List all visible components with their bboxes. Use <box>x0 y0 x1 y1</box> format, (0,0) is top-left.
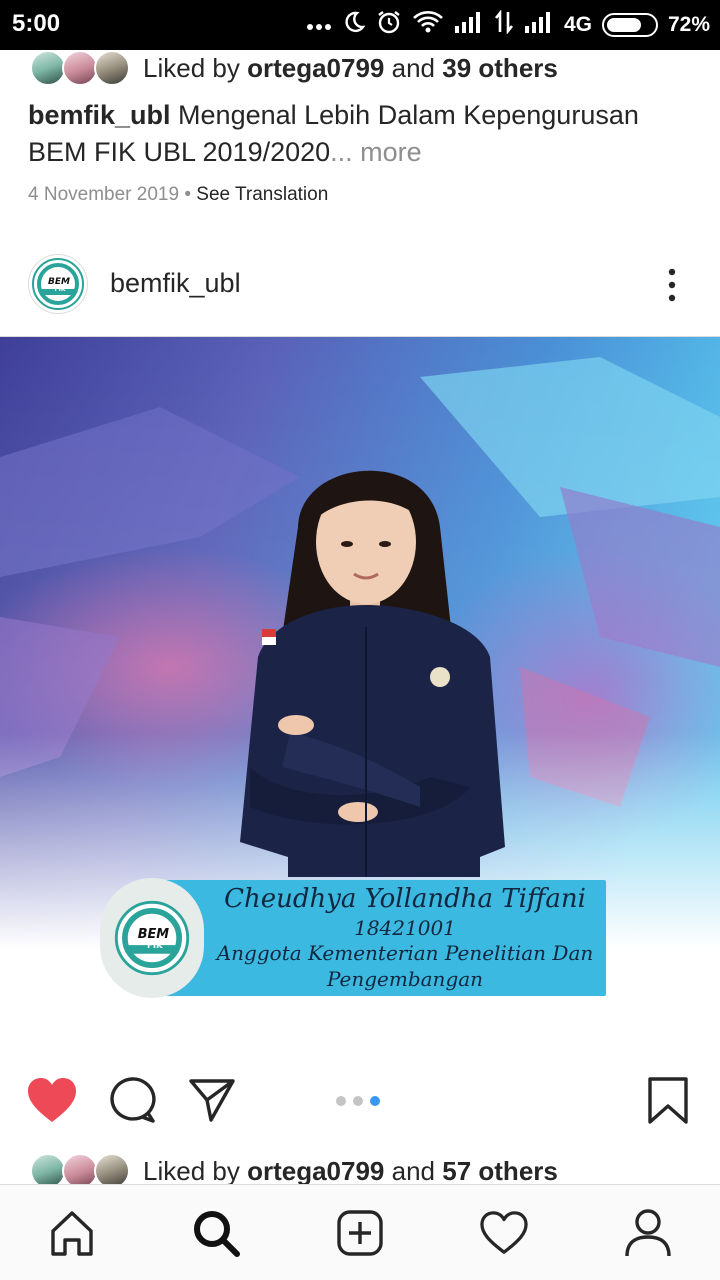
profile-avatar[interactable]: BEM FIK <box>28 254 88 314</box>
caption-more-link[interactable]: ... more <box>330 137 422 167</box>
profile-icon[interactable] <box>622 1207 674 1259</box>
comment-icon[interactable] <box>108 1076 156 1129</box>
carousel-dot <box>336 1096 346 1106</box>
status-bar: 5:00 4G 72% <box>0 0 720 50</box>
svg-text:FIK: FIK <box>147 941 163 951</box>
svg-text:FIK: FIK <box>55 286 66 293</box>
name-card: BEM FIK Cheudhya Yollandha Tiffani 18421… <box>100 878 608 998</box>
post-meta: 4 November 2019 • See Translation <box>28 184 328 206</box>
liked-others-link[interactable]: 57 others <box>442 1156 558 1186</box>
wifi-icon <box>412 10 444 40</box>
liked-and: and <box>391 1155 436 1186</box>
post-header: BEM FIK bemfik_ubl <box>0 252 720 316</box>
network-label: 4G <box>563 13 592 36</box>
meta-separator: • <box>184 184 191 205</box>
carousel-indicator <box>336 1096 380 1106</box>
see-translation-link[interactable]: See Translation <box>196 184 328 205</box>
avatar <box>62 50 98 86</box>
avatar <box>30 50 66 86</box>
battery-icon <box>601 13 658 37</box>
avatar <box>94 50 130 86</box>
post-actions <box>0 1070 720 1134</box>
moon-icon <box>342 10 366 40</box>
signal-icon <box>524 11 554 39</box>
more-options-icon[interactable] <box>662 266 682 306</box>
liker-username-link[interactable]: ortega0799 <box>247 53 384 83</box>
liker-avatars <box>30 48 130 88</box>
liked-others-link[interactable]: 39 others <box>442 53 558 83</box>
home-icon[interactable] <box>46 1207 98 1259</box>
more-dots-icon <box>306 13 332 37</box>
liked-by-text: Liked by ortega0799 and 57 others <box>143 1156 558 1187</box>
alarm-icon <box>376 9 402 41</box>
caption-username-link[interactable]: bemfik_ubl <box>28 100 171 130</box>
like-heart-icon[interactable] <box>26 1076 78 1129</box>
share-icon[interactable] <box>188 1076 236 1129</box>
bem-fik-logo-icon: BEM FIK <box>114 900 190 976</box>
svg-text:BEM: BEM <box>138 927 170 942</box>
liked-and: and <box>391 52 436 83</box>
signal-icon <box>454 11 484 39</box>
data-transfer-icon <box>494 9 514 40</box>
liked-by-row[interactable]: Liked by ortega0799 and 39 others <box>30 48 558 88</box>
bookmark-icon[interactable] <box>646 1076 690 1131</box>
battery-percent: 72% <box>667 13 710 36</box>
member-name: Cheudhya Yollandha Tiffani <box>224 884 586 914</box>
name-card-text: Cheudhya Yollandha Tiffani 18421001 Angg… <box>210 882 600 992</box>
activity-heart-icon[interactable] <box>478 1207 530 1259</box>
liker-username-link[interactable]: ortega0799 <box>247 1156 384 1186</box>
liked-prefix: Liked by <box>143 52 240 83</box>
name-card-logo: BEM FIK <box>100 878 204 998</box>
member-role-line2: Pengembangan <box>326 967 484 991</box>
post-date: 4 November 2019 <box>28 184 180 205</box>
search-icon[interactable] <box>190 1207 242 1259</box>
liked-by-text: Liked by ortega0799 and 39 others <box>143 53 558 84</box>
bem-fik-logo-icon: BEM FIK <box>32 258 84 310</box>
post-image[interactable]: BEM FIK Cheudhya Yollandha Tiffani 18421… <box>0 337 720 1057</box>
carousel-dot <box>353 1096 363 1106</box>
add-post-icon[interactable] <box>334 1207 386 1259</box>
post-caption: bemfik_ubl Mengenal Lebih Dalam Kepengur… <box>28 97 698 171</box>
liked-prefix: Liked by <box>143 1155 240 1186</box>
member-student-id: 18421001 <box>354 916 456 940</box>
status-time: 5:00 <box>12 10 61 37</box>
bottom-navigation <box>0 1184 720 1280</box>
carousel-dot-active <box>370 1096 380 1106</box>
member-role-line1: Anggota Kementerian Penelitian Dan <box>216 941 594 965</box>
post-username[interactable]: bemfik_ubl <box>110 268 241 299</box>
status-icons: 4G 72% <box>306 9 710 41</box>
